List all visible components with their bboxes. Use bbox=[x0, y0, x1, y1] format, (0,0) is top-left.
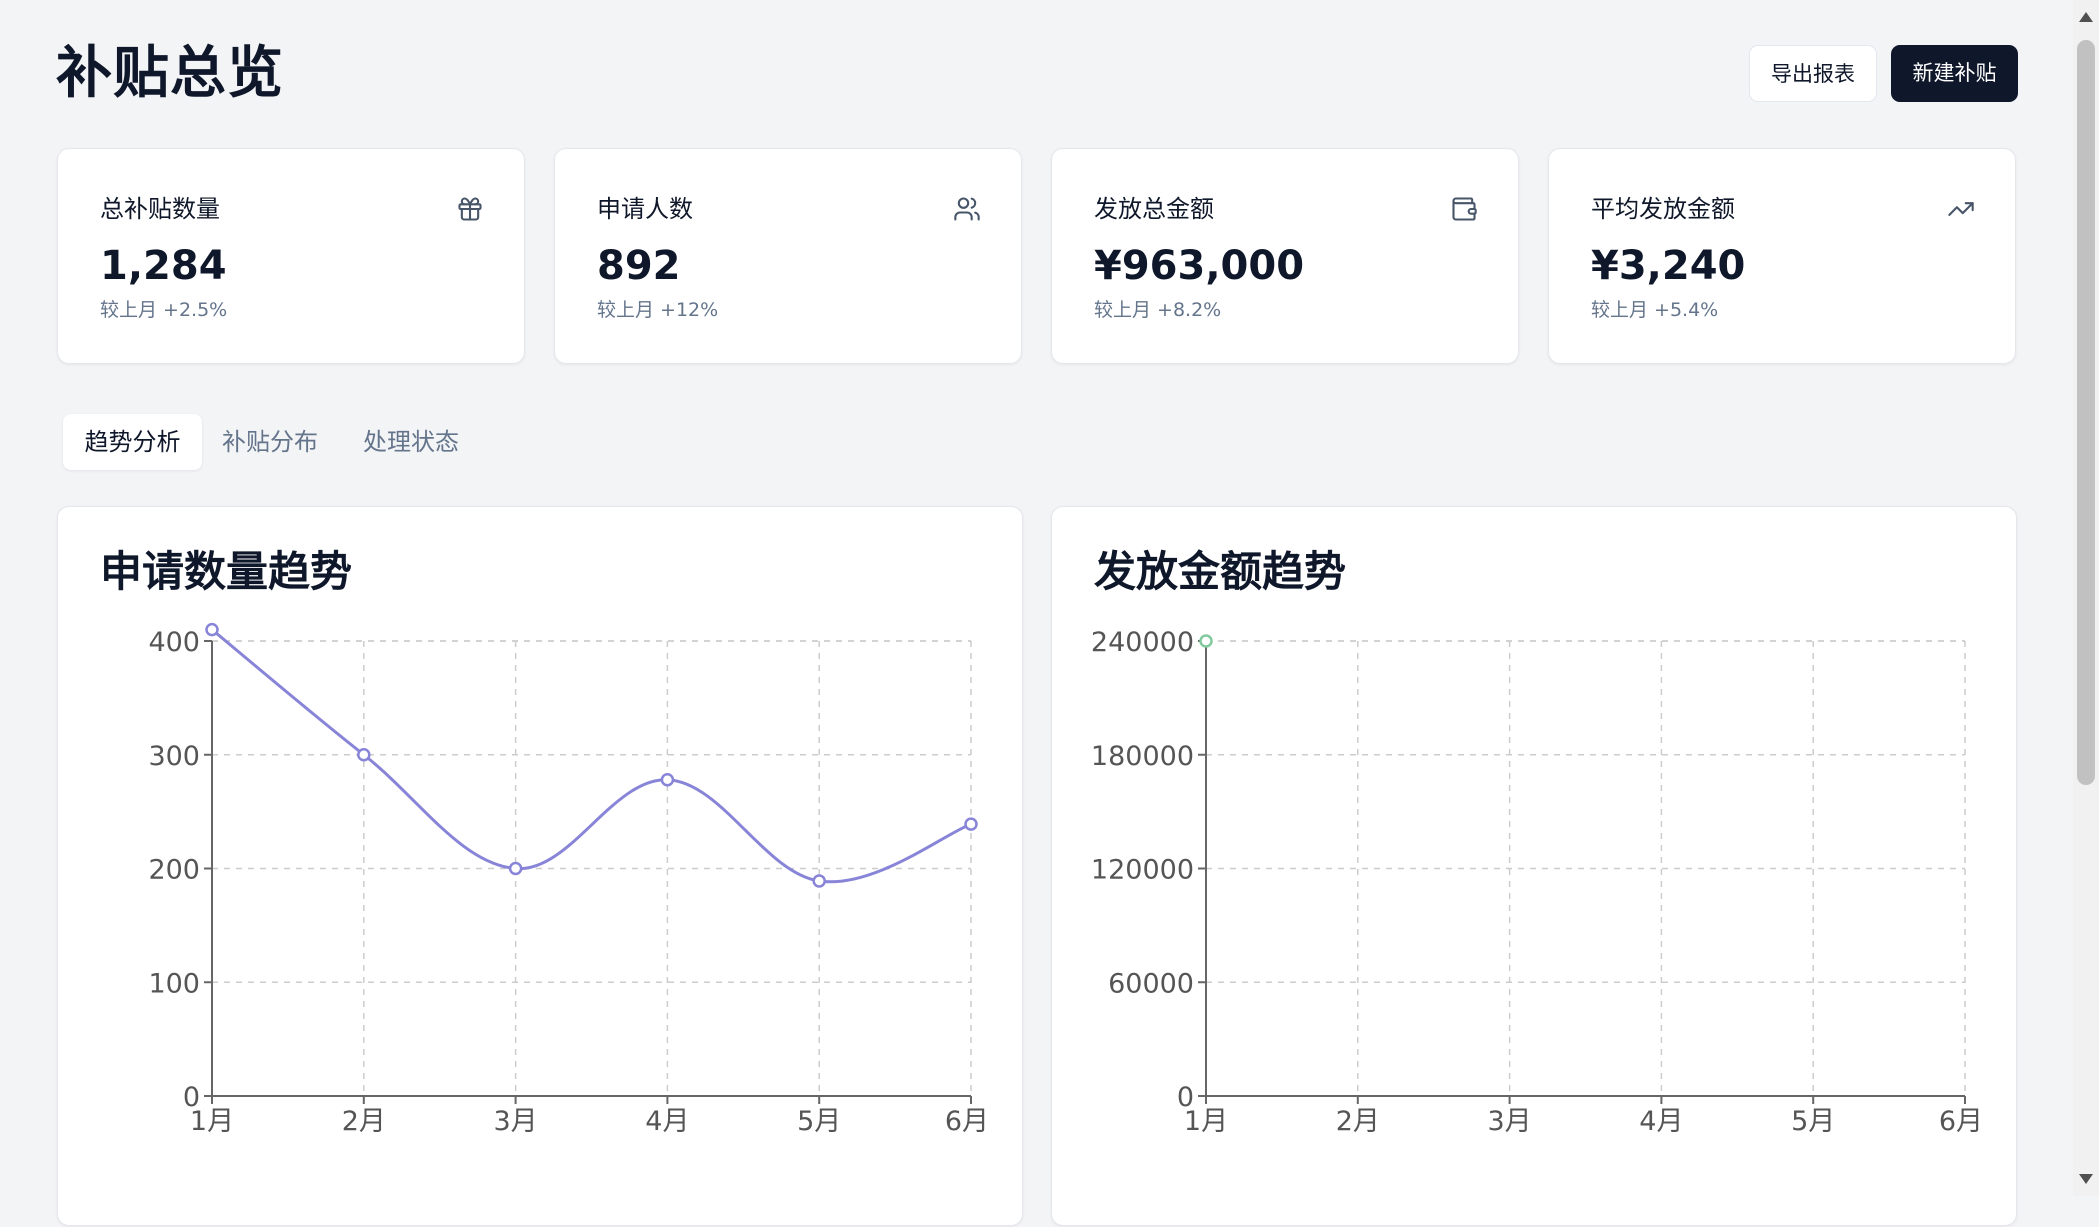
stat-card-applicants: 申请人数 892 较上月 +12% bbox=[554, 148, 1022, 364]
stat-label: 平均发放金额 bbox=[1591, 195, 1735, 223]
chart-grid bbox=[1206, 640, 1966, 1096]
wallet-icon bbox=[1452, 197, 1477, 221]
stat-label: 发放总金额 bbox=[1094, 195, 1214, 223]
stat-label: 总补贴数量 bbox=[100, 195, 220, 223]
amount-trend-card: 发放金额趋势 0 60000 120000 180000 240000 1月 2月 3月 4月 5… bbox=[1051, 506, 2017, 1226]
series-line bbox=[211, 628, 972, 884]
users-icon bbox=[954, 197, 980, 221]
x-tick-label: 1月 bbox=[190, 1106, 234, 1137]
applications-trend-chart: 01002003004001月 2月 3月 4月 5月 6月 bbox=[148, 622, 989, 1137]
stat-value: ¥963,000 bbox=[1094, 243, 1305, 289]
view-tabs: 趋势分析 补贴分布 处理状态 bbox=[57, 410, 477, 474]
scroll-thumb[interactable] bbox=[2077, 40, 2095, 785]
x-tick-label: 2月 bbox=[1336, 1106, 1380, 1137]
stat-card-average-amount: 平均发放金额 ¥3,240 较上月 +5.4% bbox=[1548, 148, 2016, 364]
stat-value: 892 bbox=[597, 243, 681, 289]
stat-value: 1,284 bbox=[100, 243, 227, 289]
applications-trend-card: 申请数量趋势 0 100 200 300 400 1月 2月 3月 4月 5月 6月 bbox=[57, 506, 1023, 1226]
new-subsidy-button[interactable]: 新建补贴 bbox=[1891, 45, 2018, 102]
y-tick-label: 60000 bbox=[1108, 968, 1194, 999]
scroll-down-arrow-icon[interactable] bbox=[2079, 1174, 2093, 1184]
x-tick-label: 3月 bbox=[1488, 1106, 1532, 1137]
stat-change: 较上月 +5.4% bbox=[1591, 299, 1719, 321]
data-point[interactable] bbox=[1199, 634, 1213, 648]
x-tick-label: 4月 bbox=[645, 1106, 689, 1137]
stat-card-total-subsidies: 总补贴数量 1,284 较上月 +2.5% bbox=[57, 148, 525, 364]
stat-change: 较上月 +8.2% bbox=[1094, 299, 1222, 321]
y-tick-label: 120000 bbox=[1091, 855, 1194, 886]
data-point[interactable] bbox=[964, 817, 978, 831]
page-scrollbar[interactable] bbox=[2073, 0, 2099, 1196]
trending-up-icon bbox=[1948, 202, 1974, 216]
data-point[interactable] bbox=[205, 622, 219, 637]
amount-trend-chart: 0600001200001800002400001月 2月 3月 4月 5月 6月 bbox=[1091, 627, 1983, 1137]
x-tick-label: 5月 bbox=[797, 1106, 841, 1137]
tab-trend-analysis[interactable]: 趋势分析 bbox=[63, 414, 202, 470]
tab-processing-status[interactable]: 处理状态 bbox=[346, 414, 476, 470]
page-title: 补贴总览 bbox=[56, 41, 284, 106]
stat-label: 申请人数 bbox=[597, 195, 693, 223]
x-tick-label: 5月 bbox=[1791, 1106, 1835, 1137]
chart-grid bbox=[212, 640, 972, 1096]
stat-value: ¥3,240 bbox=[1591, 243, 1746, 289]
y-tick-label: 400 bbox=[148, 627, 200, 658]
x-tick-label: 6月 bbox=[945, 1106, 989, 1137]
stat-change: 较上月 +12% bbox=[597, 299, 719, 321]
export-report-button[interactable]: 导出报表 bbox=[1749, 45, 1877, 102]
page: 补贴总览 导出报表 新建补贴 总补贴数量 1,284 较上月 +2.5% 申请人… bbox=[0, 0, 2099, 1226]
stat-card-total-amount: 发放总金额 ¥963,000 较上月 +8.2% bbox=[1051, 148, 1519, 364]
tab-subsidy-distribution[interactable]: 补贴分布 bbox=[206, 414, 334, 470]
x-tick-label: 1月 bbox=[1184, 1106, 1228, 1137]
y-tick-label: 180000 bbox=[1091, 741, 1194, 772]
x-tick-label: 3月 bbox=[494, 1106, 538, 1137]
x-tick-label: 4月 bbox=[1639, 1106, 1683, 1137]
y-tick-label: 240000 bbox=[1091, 627, 1194, 658]
data-point[interactable] bbox=[660, 773, 675, 787]
x-tick-label: 6月 bbox=[1939, 1106, 1983, 1137]
gift-icon bbox=[458, 197, 482, 221]
scroll-up-arrow-icon[interactable] bbox=[2079, 12, 2093, 22]
data-point[interactable] bbox=[508, 861, 523, 876]
data-point[interactable] bbox=[812, 874, 826, 888]
x-tick-label: 2月 bbox=[342, 1106, 386, 1137]
y-tick-label: 300 bbox=[148, 741, 200, 772]
y-tick-label: 100 bbox=[148, 968, 200, 999]
data-point[interactable] bbox=[357, 748, 371, 762]
stat-change: 较上月 +2.5% bbox=[100, 299, 228, 321]
y-tick-label: 200 bbox=[148, 855, 200, 886]
